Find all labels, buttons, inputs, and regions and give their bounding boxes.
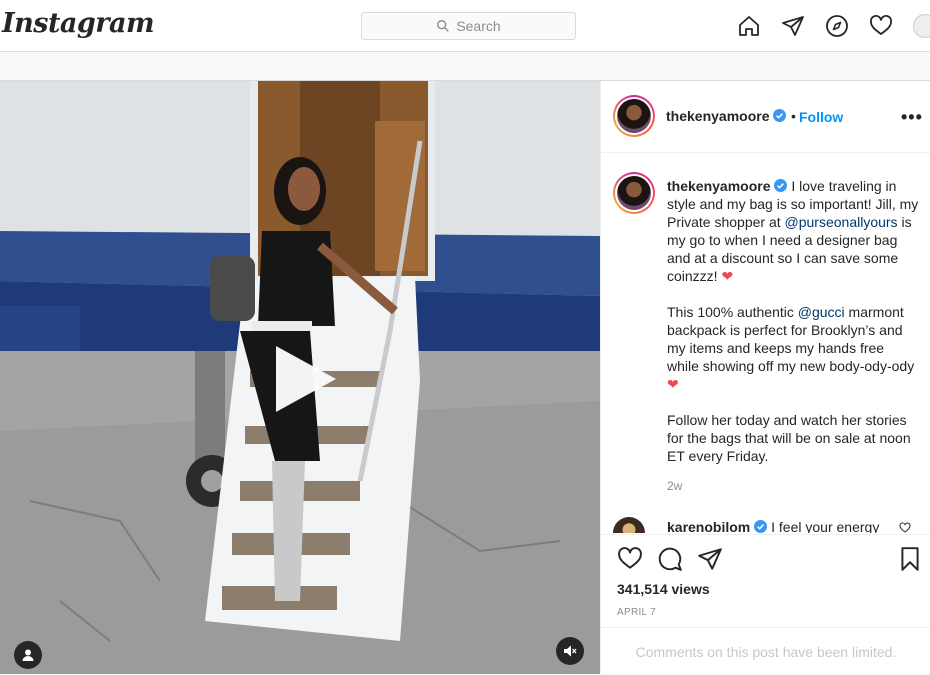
author-username[interactable]: thekenyamoore xyxy=(666,108,787,124)
post-header: thekenyamoore • Follow ••• xyxy=(601,81,930,153)
instagram-logo[interactable]: Instagram xyxy=(2,8,155,39)
commenter-avatar[interactable] xyxy=(613,517,645,533)
verified-badge-icon xyxy=(773,109,787,122)
red-heart-emoji: ❤ xyxy=(667,376,679,392)
post-actions: 341,514 views APRIL 7 Comments on this p… xyxy=(601,534,930,674)
profile-avatar[interactable] xyxy=(913,14,930,38)
comment-like-icon[interactable] xyxy=(899,522,911,533)
follow-button[interactable]: Follow xyxy=(799,109,843,125)
user-tag-icon[interactable] xyxy=(14,641,42,669)
mention-link[interactable]: @gucci xyxy=(798,304,845,320)
comment-text: karenobilom I feel your energy xyxy=(667,519,879,533)
search-placeholder: Search xyxy=(456,18,501,34)
more-options-button[interactable]: ••• xyxy=(901,107,923,128)
author-avatar[interactable] xyxy=(613,95,655,137)
home-icon[interactable] xyxy=(736,13,762,39)
view-count[interactable]: 341,514 views xyxy=(617,581,710,597)
save-icon[interactable] xyxy=(897,546,923,572)
red-heart-emoji: ❤ xyxy=(721,268,734,284)
caption-text: thekenyamoore I love traveling in style … xyxy=(667,177,919,483)
search-icon xyxy=(437,20,450,32)
verified-badge-icon xyxy=(774,179,788,192)
comment-icon[interactable] xyxy=(657,546,683,572)
top-navigation: Instagram Search xyxy=(0,0,930,52)
commenter-username[interactable]: karenobilom xyxy=(667,519,750,533)
like-icon[interactable] xyxy=(617,546,643,572)
comments-limited-notice: Comments on this post have been limited. xyxy=(601,627,930,675)
verified-badge-icon xyxy=(754,520,768,533)
play-icon[interactable] xyxy=(270,344,340,414)
caption-author-username[interactable]: thekenyamoore xyxy=(667,178,770,194)
post-side-panel: thekenyamoore • Follow ••• thekenyamoore… xyxy=(600,81,930,674)
share-icon[interactable] xyxy=(697,546,723,572)
caption-age[interactable]: 2w xyxy=(667,479,682,493)
separator-dot: • xyxy=(791,108,796,124)
direct-icon[interactable] xyxy=(780,13,806,39)
activity-heart-icon[interactable] xyxy=(868,13,894,39)
caption-part: This 100% authentic xyxy=(667,304,798,320)
caption-author-avatar[interactable] xyxy=(613,172,655,214)
search-input[interactable]: Search xyxy=(361,12,576,40)
comment-item: karenobilom I feel your energy xyxy=(613,514,930,533)
post-video[interactable] xyxy=(0,81,600,674)
caption-paragraph: Follow her today and watch her stories f… xyxy=(667,412,911,464)
post: thekenyamoore • Follow ••• thekenyamoore… xyxy=(0,80,930,674)
mention-link[interactable]: @purseonallyours xyxy=(785,214,898,230)
comment-body: I feel your energy xyxy=(771,519,880,533)
explore-icon[interactable] xyxy=(824,13,850,39)
comments-section[interactable]: thekenyamoore I love traveling in style … xyxy=(601,153,930,533)
mute-icon[interactable] xyxy=(556,637,584,665)
post-date[interactable]: APRIL 7 xyxy=(617,607,656,618)
